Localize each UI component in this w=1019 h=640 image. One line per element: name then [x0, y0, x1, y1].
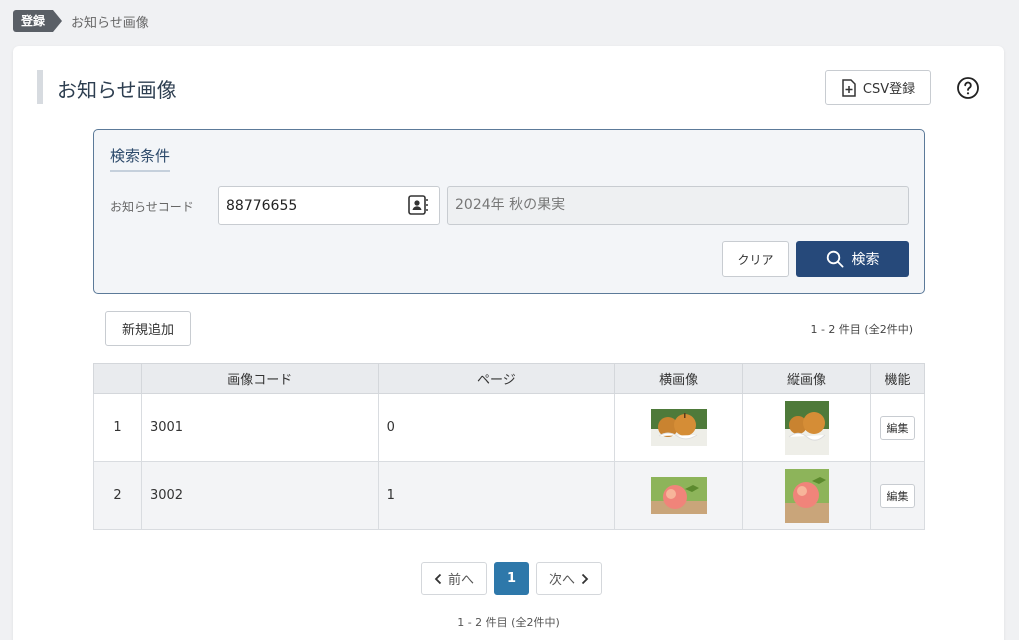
row-actions: 編集	[869, 461, 926, 530]
row-actions: 編集	[869, 393, 926, 462]
pagination: 前へ 1 次へ	[421, 562, 602, 595]
column-header-page: ページ	[377, 363, 616, 394]
image-table: 画像コード ページ 横画像 縦画像 機能 1 3001 0 編集 2 3002 …	[93, 363, 926, 530]
row-image-code: 3002	[140, 461, 379, 530]
table-row: 2 3002 1 編集	[93, 461, 926, 530]
chevron-right-icon	[581, 573, 589, 584]
pear-image[interactable]	[784, 400, 829, 455]
breadcrumb-current: お知らせ画像	[71, 15, 149, 31]
search-button-label: 検索	[851, 252, 880, 268]
peach-image[interactable]	[650, 477, 707, 514]
row-horizontal-image	[614, 393, 744, 462]
csv-register-button[interactable]: CSV登録	[825, 70, 931, 105]
edit-button[interactable]: 編集	[879, 483, 915, 508]
add-new-button[interactable]: 新規追加	[105, 311, 191, 346]
row-index: 2	[93, 461, 142, 530]
row-page: 1	[377, 461, 616, 530]
notice-name-display: 2024年 秋の果実	[447, 186, 909, 225]
csv-register-label: CSV登録	[862, 82, 916, 97]
page-number-button[interactable]: 1	[494, 562, 529, 595]
notice-code-label: お知らせコード	[110, 200, 194, 214]
column-header-horizontal-image: 横画像	[614, 363, 744, 394]
row-vertical-image	[742, 393, 871, 462]
breadcrumb: 登録 お知らせ画像	[13, 10, 149, 32]
result-count-bottom: 1 - 2 件目 (全2件中)	[457, 616, 560, 629]
next-page-button[interactable]: 次へ	[536, 562, 602, 595]
prev-page-button[interactable]: 前へ	[421, 562, 487, 595]
breadcrumb-tag[interactable]: 登録	[13, 10, 63, 32]
title-accent-bar	[37, 70, 43, 104]
table-header-row: 画像コード ページ 横画像 縦画像 機能	[93, 363, 926, 394]
result-count-top: 1 - 2 件目 (全2件中)	[810, 323, 913, 336]
row-image-code: 3001	[140, 393, 379, 462]
prev-page-label: 前へ	[447, 573, 474, 588]
help-icon[interactable]	[956, 76, 980, 100]
clear-button[interactable]: クリア	[722, 241, 789, 277]
row-page: 0	[377, 393, 616, 462]
column-header-image-code: 画像コード	[140, 363, 379, 394]
pear-image[interactable]	[650, 409, 707, 446]
row-horizontal-image	[614, 461, 744, 530]
search-panel: 検索条件 お知らせコード 2024年 秋の果実 クリア 検索	[93, 129, 925, 294]
search-button[interactable]: 検索	[796, 241, 909, 277]
row-index: 1	[93, 393, 142, 462]
table-row: 1 3001 0 編集	[93, 393, 926, 462]
file-plus-icon	[842, 78, 856, 97]
page-title: お知らせ画像	[57, 78, 177, 102]
search-icon	[826, 250, 843, 268]
column-header-vertical-image: 縦画像	[742, 363, 871, 394]
row-vertical-image	[742, 461, 871, 530]
chevron-left-icon	[434, 573, 442, 584]
column-header-index	[93, 363, 142, 394]
peach-image[interactable]	[784, 468, 829, 523]
edit-button[interactable]: 編集	[879, 415, 915, 440]
main-card: お知らせ画像 CSV登録 検索条件 お知らせコード 2024年 秋の果実 クリア	[13, 46, 1004, 640]
next-page-label: 次へ	[548, 573, 575, 588]
contact-lookup-icon[interactable]	[407, 194, 429, 216]
column-header-actions: 機能	[869, 363, 926, 394]
search-heading: 検索条件	[110, 145, 171, 172]
